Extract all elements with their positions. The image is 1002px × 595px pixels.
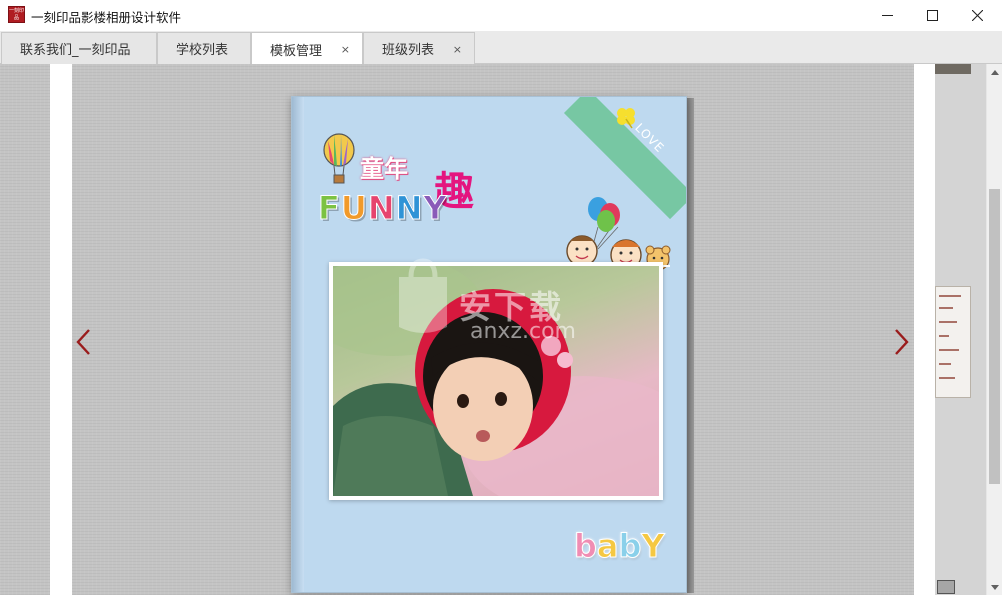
- template-preview-area: LOVE 童年 趣 FUNNY 安下载 anxz.com babY: [0, 64, 986, 595]
- tab-contact-us[interactable]: 联系我们_一刻印品: [1, 32, 157, 64]
- kids-balloons-illustration: [560, 197, 671, 271]
- tab-label: 联系我们_一刻印品: [20, 43, 131, 58]
- tab-close-icon[interactable]: ×: [341, 43, 350, 56]
- close-icon: [971, 10, 983, 21]
- tab-label: 班级列表: [382, 43, 435, 58]
- close-window-button[interactable]: [954, 0, 1000, 31]
- minimize-button[interactable]: [864, 0, 910, 31]
- cover-page: LOVE 童年 趣 FUNNY 安下载 anxz.com babY: [291, 96, 687, 593]
- watermark-url: anxz.com: [470, 319, 576, 344]
- hot-air-balloon-icon: [323, 133, 355, 184]
- scroll-down-button[interactable]: [987, 579, 1002, 595]
- album-cover-preview[interactable]: LOVE 童年 趣 FUNNY 安下载 anxz.com babY: [291, 96, 694, 593]
- left-page-edge: [50, 64, 72, 595]
- funny-letter: U: [340, 189, 368, 228]
- title-bar: 一刻印品 一刻印品影楼相册设计软件: [0, 0, 1002, 31]
- clover-icon: [617, 108, 635, 129]
- tab-bar: 联系我们_一刻印品 学校列表 模板管理 × 班级列表 ×: [0, 31, 1002, 65]
- watermark-shield-icon: [399, 258, 447, 333]
- baby-letter: a: [596, 527, 619, 566]
- minimize-icon: [881, 15, 893, 16]
- window-title: 一刻印品影楼相册设计软件: [31, 10, 182, 25]
- tab-label: 模板管理: [270, 43, 323, 59]
- next-template-thumb-top: [935, 64, 971, 74]
- tab-school-list[interactable]: 学校列表: [157, 32, 251, 64]
- baby-letter: b: [574, 527, 598, 566]
- tab-class-list[interactable]: 班级列表 ×: [363, 32, 475, 64]
- funny-letter: F: [318, 189, 341, 228]
- tab-label: 学校列表: [176, 43, 229, 58]
- funny-letter: N: [367, 189, 396, 228]
- right-page-edge: [914, 64, 935, 595]
- funny-letter: Y: [423, 189, 448, 228]
- app-logo-icon: 一刻印品: [8, 6, 25, 23]
- chevron-right-icon: [895, 329, 909, 355]
- tab-close-icon[interactable]: ×: [453, 43, 462, 56]
- maximize-icon: [926, 10, 938, 21]
- baby-letter: Y: [641, 527, 665, 566]
- chevron-left-icon: [76, 329, 90, 355]
- maximize-button[interactable]: [909, 0, 955, 31]
- vertical-scrollbar[interactable]: [986, 64, 1002, 595]
- scrollbar-thumb[interactable]: [989, 189, 1000, 484]
- baby-label: babY: [574, 527, 666, 566]
- next-template-thumb[interactable]: [935, 286, 971, 398]
- next-template-button[interactable]: [889, 327, 913, 357]
- tab-template-management[interactable]: 模板管理 ×: [251, 32, 363, 65]
- next-template-thumb-bottom: [937, 580, 955, 594]
- scroll-up-button[interactable]: [987, 64, 1002, 80]
- cover-title-small: 童年: [360, 155, 408, 183]
- arrow-up-icon: [991, 69, 999, 75]
- arrow-down-icon: [991, 584, 999, 590]
- cover-spine: [292, 97, 304, 592]
- baby-letter: b: [618, 527, 642, 566]
- previous-template-button[interactable]: [72, 327, 96, 357]
- cover-title-funny: FUNNY: [318, 189, 448, 228]
- funny-letter: N: [395, 189, 424, 228]
